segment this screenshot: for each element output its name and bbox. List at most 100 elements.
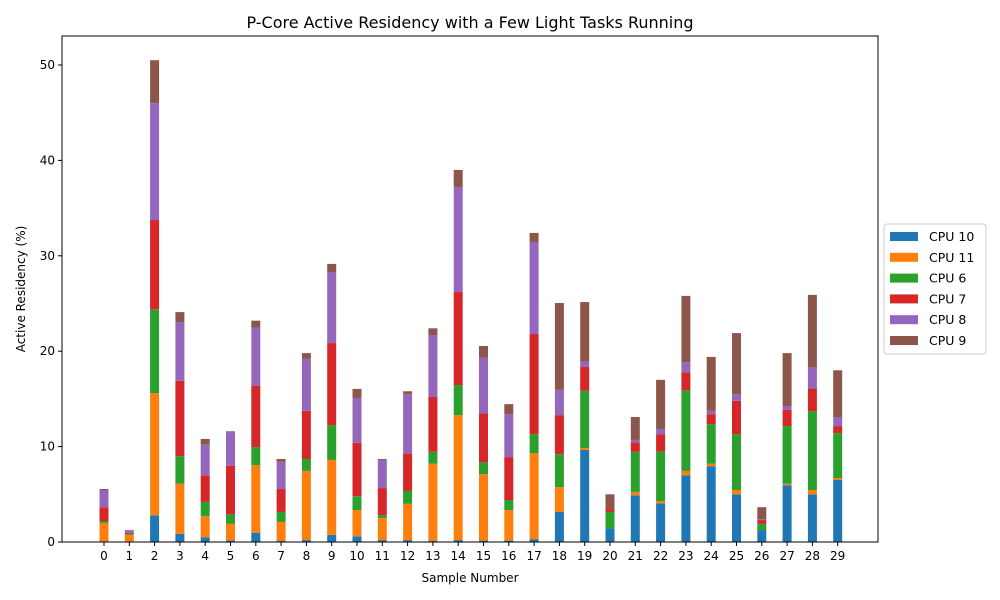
bar-segment-cpu-9-sample-19 bbox=[580, 302, 590, 362]
y-tick-label: 10 bbox=[40, 440, 55, 454]
bar-segment-cpu-7-sample-4 bbox=[200, 475, 210, 502]
bar-segment-cpu-7-sample-2 bbox=[150, 220, 160, 310]
bar-segment-cpu-10-sample-27 bbox=[782, 485, 792, 542]
bar-segment-cpu-7-sample-27 bbox=[782, 409, 792, 427]
bar-segment-cpu-11-sample-13 bbox=[428, 463, 438, 542]
bar-segment-cpu-8-sample-29 bbox=[833, 417, 843, 427]
bar-segment-cpu-6-sample-21 bbox=[630, 451, 640, 492]
bar-segment-cpu-8-sample-2 bbox=[150, 103, 160, 221]
legend-swatch-cpu-10 bbox=[890, 232, 918, 241]
bar-segment-cpu-9-sample-12 bbox=[403, 391, 413, 395]
bar-segment-cpu-9-sample-8 bbox=[301, 353, 311, 359]
bar-segment-cpu-11-sample-22 bbox=[656, 500, 666, 504]
bar-segment-cpu-9-sample-16 bbox=[504, 404, 514, 415]
bar-segment-cpu-6-sample-24 bbox=[706, 424, 716, 464]
x-tick-label: 19 bbox=[577, 549, 592, 563]
bar-segment-cpu-11-sample-29 bbox=[833, 478, 843, 480]
bar-segment-cpu-11-sample-25 bbox=[732, 490, 741, 495]
bar-segment-cpu-6-sample-17 bbox=[529, 434, 539, 454]
bar-segment-cpu-9-sample-9 bbox=[327, 263, 337, 273]
bar-segment-cpu-8-sample-14 bbox=[453, 187, 463, 293]
x-tick-label: 6 bbox=[252, 549, 260, 563]
bar-segment-cpu-6-sample-12 bbox=[403, 490, 413, 504]
x-tick-label: 29 bbox=[830, 549, 845, 563]
x-tick-label: 22 bbox=[653, 549, 668, 563]
bar-segment-cpu-7-sample-9 bbox=[327, 343, 337, 426]
bar-segment-cpu-9-sample-10 bbox=[352, 388, 362, 398]
bar-segment-cpu-9-sample-13 bbox=[428, 328, 438, 335]
bar-segment-cpu-11-sample-0 bbox=[99, 522, 109, 542]
x-tick-label: 5 bbox=[227, 549, 235, 563]
legend-label: CPU 10 bbox=[929, 229, 974, 244]
x-tick-label: 28 bbox=[805, 549, 820, 563]
x-tick-label: 8 bbox=[303, 549, 311, 563]
bar-segment-cpu-7-sample-18 bbox=[554, 415, 564, 455]
bar-segment-cpu-11-sample-6 bbox=[251, 465, 261, 533]
bar-segment-cpu-8-sample-22 bbox=[656, 428, 666, 435]
y-axis-label: Active Residency (%) bbox=[14, 226, 28, 353]
bar-segment-cpu-7-sample-12 bbox=[403, 453, 413, 491]
bar-segment-cpu-6-sample-6 bbox=[251, 447, 261, 466]
bar-segment-cpu-11-sample-21 bbox=[630, 491, 640, 496]
bar-segment-cpu-9-sample-4 bbox=[200, 438, 210, 445]
bar-segment-cpu-8-sample-17 bbox=[529, 241, 539, 335]
bar-segment-cpu-10-sample-24 bbox=[706, 466, 716, 542]
x-tick-label: 11 bbox=[375, 549, 390, 563]
bar-segment-cpu-11-sample-9 bbox=[327, 459, 337, 535]
bar-segment-cpu-10-sample-18 bbox=[554, 511, 564, 542]
bar-segment-cpu-8-sample-5 bbox=[226, 432, 235, 466]
bar-segment-cpu-7-sample-14 bbox=[453, 292, 463, 386]
legend: CPU 10 CPU 11 CPU 6 CPU 7 CPU 8 CPU 9 bbox=[883, 223, 987, 355]
bar-segment-cpu-8-sample-15 bbox=[479, 357, 488, 414]
bar-segment-cpu-11-sample-18 bbox=[554, 487, 564, 512]
bar-segment-cpu-6-sample-20 bbox=[605, 511, 615, 529]
bar-segment-cpu-10-sample-22 bbox=[656, 503, 666, 542]
bar-segment-cpu-7-sample-5 bbox=[226, 465, 235, 515]
bar-segment-cpu-10-sample-2 bbox=[150, 515, 160, 542]
bar-segment-cpu-8-sample-1 bbox=[124, 530, 134, 533]
bar-segment-cpu-11-sample-8 bbox=[301, 470, 311, 541]
y-tick-label: 40 bbox=[40, 153, 55, 167]
x-tick-label: 12 bbox=[400, 549, 415, 563]
bar-segment-cpu-10-sample-23 bbox=[681, 475, 691, 542]
bar-segment-cpu-11-sample-12 bbox=[403, 503, 413, 541]
bar-segment-cpu-9-sample-5 bbox=[226, 431, 235, 433]
bar-segment-cpu-10-sample-3 bbox=[175, 533, 185, 542]
figure-background bbox=[0, 0, 1000, 600]
y-tick-label: 0 bbox=[47, 535, 55, 549]
bar-segment-cpu-7-sample-23 bbox=[681, 372, 691, 391]
bar-segment-cpu-7-sample-28 bbox=[807, 388, 817, 412]
x-tick-label: 17 bbox=[526, 549, 541, 563]
bar-segment-cpu-7-sample-20 bbox=[605, 509, 615, 512]
bar-segment-cpu-9-sample-2 bbox=[150, 60, 160, 104]
bar-segment-cpu-11-sample-11 bbox=[377, 518, 387, 541]
bar-segment-cpu-9-sample-25 bbox=[732, 333, 741, 395]
legend-label: CPU 11 bbox=[929, 250, 974, 265]
bar-segment-cpu-8-sample-9 bbox=[327, 272, 337, 344]
y-tick-label: 30 bbox=[40, 249, 55, 263]
x-tick-label: 9 bbox=[328, 549, 336, 563]
bar-segment-cpu-6-sample-15 bbox=[479, 462, 488, 475]
bar-segment-cpu-11-sample-27 bbox=[782, 483, 792, 486]
bar-segment-cpu-11-sample-28 bbox=[807, 490, 817, 495]
chart-title: P-Core Active Residency with a Few Light… bbox=[246, 13, 693, 32]
x-tick-label: 14 bbox=[451, 549, 466, 563]
bar-segment-cpu-6-sample-13 bbox=[428, 451, 438, 464]
bar-segment-cpu-10-sample-29 bbox=[833, 479, 843, 542]
bar-segment-cpu-8-sample-13 bbox=[428, 334, 438, 397]
bar-segment-cpu-8-sample-10 bbox=[352, 397, 362, 443]
bar-segment-cpu-7-sample-7 bbox=[276, 489, 286, 512]
legend-swatch-cpu-7 bbox=[890, 294, 918, 304]
bar-segment-cpu-6-sample-16 bbox=[504, 500, 514, 511]
bar-segment-cpu-11-sample-4 bbox=[200, 516, 210, 538]
bar-segment-cpu-6-sample-29 bbox=[833, 433, 843, 479]
bar-segment-cpu-8-sample-27 bbox=[782, 406, 792, 410]
bar-segment-cpu-9-sample-24 bbox=[706, 356, 716, 411]
bar-segment-cpu-8-sample-4 bbox=[200, 444, 210, 476]
bar-segment-cpu-9-sample-14 bbox=[453, 169, 463, 188]
bar-segment-cpu-7-sample-1 bbox=[124, 532, 134, 534]
bar-segment-cpu-9-sample-27 bbox=[782, 353, 792, 407]
bar-segment-cpu-7-sample-13 bbox=[428, 396, 438, 452]
bar-segment-cpu-6-sample-3 bbox=[175, 456, 185, 484]
x-tick-label: 16 bbox=[501, 549, 516, 563]
